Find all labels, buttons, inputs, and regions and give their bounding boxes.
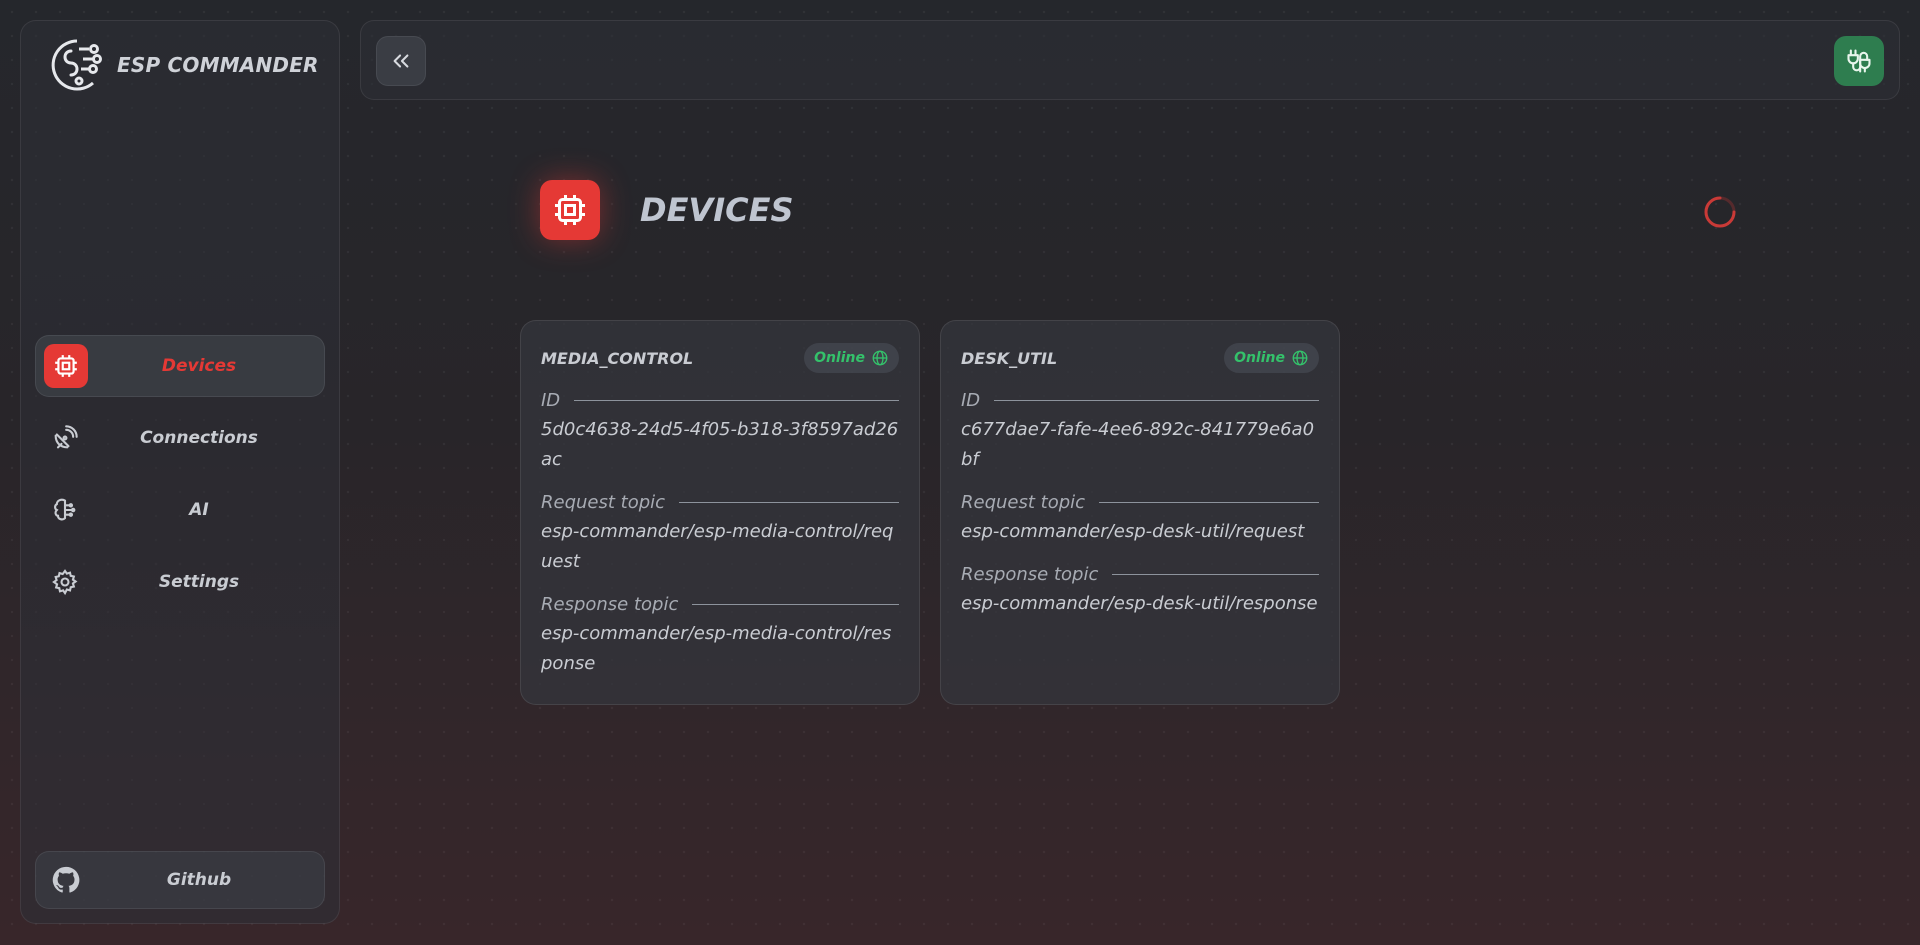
page-title: DEVICES <box>640 191 794 229</box>
divider <box>994 399 1319 401</box>
globe-icon <box>1292 350 1308 366</box>
field-label: ID <box>961 389 981 411</box>
response-topic-field: Response topic esp-commander/esp-media-c… <box>541 591 899 679</box>
sidebar-nav: Devices Connections AI Settings <box>35 335 325 623</box>
field-label: Request topic <box>961 491 1086 513</box>
sidebar: ESP COMMANDER Devices Connections AI Set… <box>20 20 340 924</box>
status-badge: Online <box>1224 343 1319 373</box>
sidebar-item-label: Connections <box>140 428 258 448</box>
divider <box>574 399 899 401</box>
device-name: DESK_UTIL <box>961 348 1058 368</box>
github-label: Github <box>166 870 232 890</box>
top-bar <box>360 20 1900 100</box>
request-topic: esp-commander/esp-desk-util/request <box>961 521 1305 542</box>
status-text: Online <box>1234 350 1285 366</box>
device-card[interactable]: DESK_UTIL Online ID c677dae7-fafe-4ee6-8… <box>940 320 1340 705</box>
device-id: 5d0c4638-24d5-4f05-b318-3f8597ad26ac <box>541 419 899 470</box>
globe-icon <box>872 350 888 366</box>
device-name: MEDIA_CONTROL <box>541 348 694 368</box>
divider <box>1099 501 1319 503</box>
github-link[interactable]: Github <box>35 851 325 909</box>
response-topic: esp-commander/esp-media-control/response <box>541 623 892 674</box>
divider <box>1112 573 1319 575</box>
field-label: Request topic <box>541 491 666 513</box>
sidebar-item-label: AI <box>189 500 209 520</box>
request-topic-field: Request topic esp-commander/esp-media-co… <box>541 489 899 577</box>
status-text: Online <box>814 350 865 366</box>
collapse-sidebar-button[interactable] <box>376 36 426 86</box>
response-topic-field: Response topic esp-commander/esp-desk-ut… <box>961 561 1319 619</box>
app-logo-icon <box>51 39 102 91</box>
field-label: Response topic <box>961 563 1099 585</box>
chip-icon <box>540 180 600 240</box>
app-title: ESP COMMANDER <box>117 53 319 77</box>
page-header: DEVICES <box>540 180 793 240</box>
divider <box>692 603 899 605</box>
device-list: MEDIA_CONTROL Online ID 5d0c4638-24d5-4f… <box>520 320 1340 705</box>
sidebar-item-devices[interactable]: Devices <box>35 335 325 397</box>
request-topic-field: Request topic esp-commander/esp-desk-uti… <box>961 489 1319 547</box>
status-badge: Online <box>804 343 899 373</box>
field-label: Response topic <box>541 593 679 615</box>
device-id: c677dae7-fafe-4ee6-892c-841779e6a0bf <box>961 419 1315 470</box>
sidebar-item-label: Devices <box>161 356 237 376</box>
device-id-field: ID c677dae7-fafe-4ee6-892c-841779e6a0bf <box>961 387 1319 475</box>
loading-spinner-icon <box>1704 196 1736 228</box>
plug-icon <box>1847 49 1871 73</box>
sidebar-item-label: Settings <box>158 572 240 592</box>
brand[interactable]: ESP COMMANDER <box>49 35 319 95</box>
sidebar-item-ai[interactable]: AI <box>35 479 325 541</box>
response-topic: esp-commander/esp-desk-util/response <box>961 593 1318 614</box>
field-label: ID <box>541 389 561 411</box>
sidebar-item-settings[interactable]: Settings <box>35 551 325 613</box>
device-id-field: ID 5d0c4638-24d5-4f05-b318-3f8597ad26ac <box>541 387 899 475</box>
sidebar-item-connections[interactable]: Connections <box>35 407 325 469</box>
request-topic: esp-commander/esp-media-control/request <box>541 521 894 572</box>
chevrons-left-icon <box>393 54 409 68</box>
divider <box>679 501 899 503</box>
connect-button[interactable] <box>1834 36 1884 86</box>
device-card[interactable]: MEDIA_CONTROL Online ID 5d0c4638-24d5-4f… <box>520 320 920 705</box>
